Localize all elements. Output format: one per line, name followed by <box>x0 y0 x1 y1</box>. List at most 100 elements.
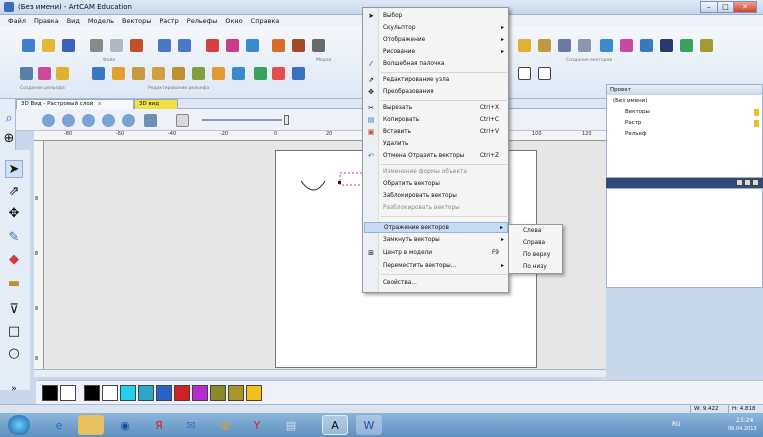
paste-icon[interactable] <box>130 39 143 52</box>
menu-item-mirror[interactable]: Отражение векторов ▸ <box>364 222 508 233</box>
color-swatch[interactable] <box>156 385 172 401</box>
relief-edit-icon[interactable] <box>272 67 285 80</box>
vector-tool-icon[interactable] <box>660 39 673 52</box>
menu-item-cut[interactable]: ✂ Вырезать Ctrl+X <box>364 103 508 114</box>
app-icon[interactable]: ◉ <box>112 415 138 435</box>
relief-icon[interactable] <box>56 67 69 80</box>
color-swatch[interactable] <box>102 385 118 401</box>
slider-thumb[interactable] <box>284 115 289 125</box>
menu-item-reverse[interactable]: Обратить векторы <box>364 179 508 190</box>
color-swatch[interactable] <box>246 385 262 401</box>
menu-item-undo[interactable]: ↶ Отмена Отразить векторы Ctrl+Z <box>364 151 508 162</box>
zoom-in-icon[interactable] <box>42 114 55 127</box>
tab-3d-bitmap[interactable]: 3D Вид - Растровый слой x <box>16 99 134 109</box>
vector-tool-icon[interactable] <box>578 39 591 52</box>
relief-icon[interactable] <box>20 67 33 80</box>
menu-item-paste[interactable]: ▣ Вставить Ctrl+V <box>364 127 508 138</box>
menu-item-drawing[interactable]: Рисование ▸ <box>364 47 508 58</box>
circle-icon[interactable]: ○ <box>5 344 23 362</box>
vector-tool-icon[interactable] <box>620 39 633 52</box>
submenu-item-top[interactable]: По верху <box>523 252 550 258</box>
relief-edit-icon[interactable] <box>292 67 305 80</box>
zoom-prev-icon[interactable] <box>122 114 135 127</box>
ie-icon[interactable]: e <box>46 415 72 435</box>
color-swatch[interactable] <box>42 385 58 401</box>
undo-icon[interactable] <box>158 39 171 52</box>
app-icon[interactable]: Y <box>244 415 270 435</box>
menu-file[interactable]: Файл <box>4 15 30 27</box>
new-icon[interactable] <box>22 39 35 52</box>
relief-edit-icon[interactable] <box>232 67 245 80</box>
maximize-button[interactable]: □ <box>716 1 735 13</box>
relief-edit-icon[interactable] <box>152 67 165 80</box>
rectangle-icon[interactable]: □ <box>5 322 23 340</box>
slider-track[interactable] <box>202 119 282 121</box>
start-button[interactable] <box>8 415 30 435</box>
vector-tool-icon[interactable] <box>640 39 653 52</box>
relief-edit-icon[interactable] <box>112 67 125 80</box>
menu-item-center[interactable]: ⊞ Центр в модели F9 <box>364 248 508 259</box>
color-swatch[interactable] <box>192 385 208 401</box>
menu-item-node-edit[interactable]: ⇗ Редактирование узла <box>364 75 508 86</box>
pencil-icon[interactable]: ✎ <box>5 228 23 246</box>
menu-item-move[interactable]: Переместить векторы... ▸ <box>364 261 508 272</box>
tree-vectors[interactable]: Векторы <box>625 109 650 115</box>
menu-edit[interactable]: Правка <box>30 15 63 27</box>
vector-tool-icon[interactable] <box>538 67 551 80</box>
zoom-box-icon[interactable] <box>102 114 115 127</box>
yandex-icon[interactable]: Я <box>146 415 172 435</box>
transform-icon[interactable]: ✥ <box>5 204 23 222</box>
polyline-icon[interactable]: ⊽ <box>5 300 23 318</box>
relief-edit-icon[interactable] <box>172 67 185 80</box>
vector-tool-icon[interactable] <box>680 39 693 52</box>
panel-button[interactable] <box>744 179 751 186</box>
panel-button[interactable] <box>736 179 743 186</box>
cut-icon[interactable] <box>90 39 103 52</box>
paint-icon[interactable]: ◆ <box>5 250 23 268</box>
submenu-item-bottom[interactable]: По низу <box>523 264 547 270</box>
relief-edit-icon[interactable] <box>212 67 225 80</box>
menu-item-magic-wand[interactable]: ⁄ Волшебная палочка <box>364 59 508 70</box>
zoom-fit-icon[interactable] <box>82 114 95 127</box>
tool-icon[interactable] <box>312 39 325 52</box>
vector-tool-icon[interactable] <box>600 39 613 52</box>
menu-item-display[interactable]: Отображение ▸ <box>364 35 508 46</box>
menu-view[interactable]: Вид <box>63 15 84 27</box>
panel-button[interactable] <box>752 179 759 186</box>
color-swatch[interactable] <box>60 385 76 401</box>
tree-bitmap[interactable]: Растр <box>625 120 641 126</box>
relief-icon[interactable] <box>38 67 51 80</box>
node-edit-icon[interactable]: ⇗ <box>5 182 23 200</box>
relief-edit-icon[interactable] <box>132 67 145 80</box>
view-icon[interactable] <box>144 114 157 127</box>
menu-item-delete[interactable]: Удалить <box>364 139 508 150</box>
tree-relief[interactable]: Рельеф <box>625 131 647 137</box>
menu-item-transform[interactable]: ✥ Преобразования <box>364 87 508 98</box>
open-icon[interactable] <box>42 39 55 52</box>
mail-icon[interactable]: ✉ <box>178 415 204 435</box>
color-swatch[interactable] <box>120 385 136 401</box>
redo-icon[interactable] <box>178 39 191 52</box>
menu-window[interactable]: Окно <box>221 15 246 27</box>
submenu-item-left[interactable]: Слева <box>523 228 541 234</box>
color-swatch[interactable] <box>138 385 154 401</box>
word-icon[interactable]: W <box>356 415 382 435</box>
color-swatch[interactable] <box>210 385 226 401</box>
color-swatch[interactable] <box>174 385 190 401</box>
menu-model[interactable]: Модель <box>84 15 118 27</box>
menu-item-sculptor[interactable]: Скульптор ▸ <box>364 23 508 34</box>
save-icon[interactable] <box>62 39 75 52</box>
expand-icon[interactable]: » <box>5 380 23 398</box>
palette-icon[interactable] <box>176 114 189 127</box>
menu-help[interactable]: Справка <box>247 15 284 27</box>
copy-icon[interactable] <box>110 39 123 52</box>
relief-edit-icon[interactable] <box>192 67 205 80</box>
lightbulb-icon[interactable] <box>754 109 759 116</box>
tool-icon[interactable]: ▬ <box>5 274 23 292</box>
lang-indicator[interactable]: RU <box>672 421 681 428</box>
zoom-out-icon[interactable] <box>62 114 75 127</box>
submenu-item-right[interactable]: Справа <box>523 240 545 246</box>
menu-item-properties[interactable]: Свойства... <box>364 278 508 289</box>
tool-icon[interactable] <box>226 39 239 52</box>
menu-item-lock[interactable]: Заблокировать векторы <box>364 191 508 202</box>
